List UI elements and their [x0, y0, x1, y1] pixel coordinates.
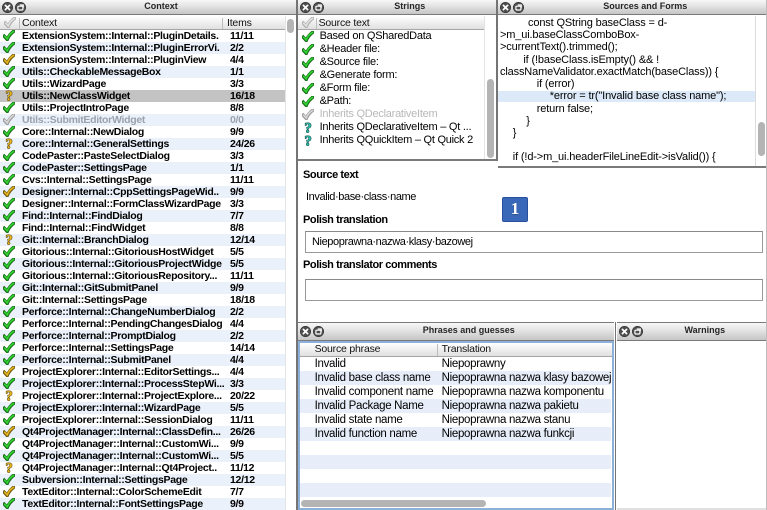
svg-text:?: ? [6, 390, 13, 402]
svg-text:?: ? [6, 90, 13, 102]
svg-text:?: ? [304, 135, 311, 147]
svg-text:?: ? [304, 122, 311, 134]
svg-text:?: ? [6, 462, 13, 474]
svg-text:?: ? [6, 234, 13, 246]
svg-text:?: ? [6, 138, 13, 150]
